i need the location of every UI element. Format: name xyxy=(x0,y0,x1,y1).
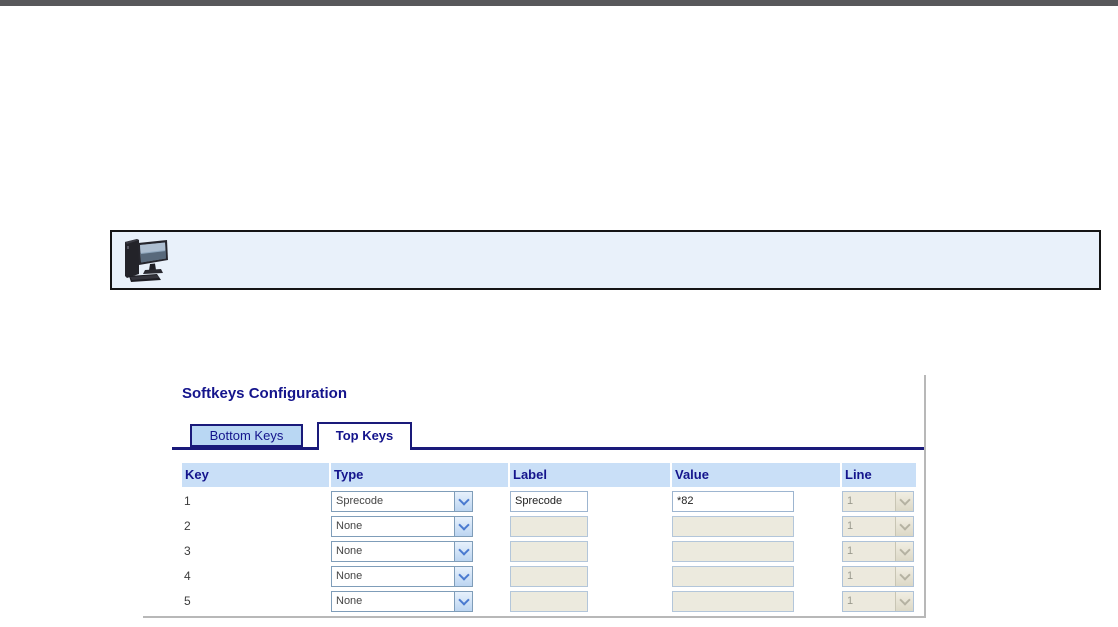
label-input xyxy=(510,541,588,562)
type-select-value: None xyxy=(332,542,454,561)
label-input xyxy=(510,566,588,587)
type-select-value: None xyxy=(332,592,454,611)
type-select[interactable]: None xyxy=(331,516,473,537)
tab-bottom-keys[interactable]: Bottom Keys xyxy=(190,424,303,447)
label-input[interactable] xyxy=(510,491,588,512)
table-row-key: 5 xyxy=(182,590,329,612)
desktop-computer-icon xyxy=(117,234,173,286)
chevron-down-icon xyxy=(895,517,913,536)
column-header-label: Label xyxy=(510,463,670,487)
softkeys-table: Key Type Label Value Line 1 Sprecode 1 2 xyxy=(182,463,916,612)
key-number: 4 xyxy=(182,569,191,583)
table-row-label xyxy=(510,490,670,512)
table-row-value xyxy=(672,565,840,587)
table-row-label xyxy=(510,515,670,537)
line-select: 1 xyxy=(842,491,914,512)
key-number: 3 xyxy=(182,544,191,558)
line-select-value: 1 xyxy=(843,592,895,611)
table-row-key: 2 xyxy=(182,515,329,537)
line-select-value: 1 xyxy=(843,517,895,536)
type-select[interactable]: None xyxy=(331,591,473,612)
table-row-value xyxy=(672,540,840,562)
chevron-down-icon[interactable] xyxy=(454,567,472,586)
table-row-key: 1 xyxy=(182,490,329,512)
softkeys-configuration-panel: Softkeys Configuration Bottom Keys Top K… xyxy=(143,375,926,618)
table-row-label xyxy=(510,590,670,612)
chevron-down-icon[interactable] xyxy=(454,592,472,611)
chevron-down-icon xyxy=(895,542,913,561)
label-input xyxy=(510,591,588,612)
key-number: 2 xyxy=(182,519,191,533)
key-number: 5 xyxy=(182,594,191,608)
line-select: 1 xyxy=(842,516,914,537)
type-select[interactable]: Sprecode xyxy=(331,491,473,512)
chevron-down-icon xyxy=(895,567,913,586)
chevron-down-icon xyxy=(895,492,913,511)
tab-strip: Bottom Keys Top Keys xyxy=(143,421,924,450)
chevron-down-icon xyxy=(895,592,913,611)
type-select-value: Sprecode xyxy=(332,492,454,511)
page-title: Softkeys Configuration xyxy=(182,385,347,402)
chevron-down-icon[interactable] xyxy=(454,492,472,511)
type-select[interactable]: None xyxy=(331,541,473,562)
chevron-down-icon[interactable] xyxy=(454,542,472,561)
table-row-key: 3 xyxy=(182,540,329,562)
table-row-type: None xyxy=(331,515,508,537)
table-row-line: 1 xyxy=(842,590,916,612)
table-row-type: None xyxy=(331,540,508,562)
type-select-value: None xyxy=(332,517,454,536)
key-number: 1 xyxy=(182,494,191,508)
value-input xyxy=(672,541,794,562)
line-select-value: 1 xyxy=(843,567,895,586)
value-input[interactable] xyxy=(672,491,794,512)
type-select-value: None xyxy=(332,567,454,586)
table-row-type: Sprecode xyxy=(331,490,508,512)
label-input xyxy=(510,516,588,537)
type-select[interactable]: None xyxy=(331,566,473,587)
note-box xyxy=(110,230,1101,290)
table-row-key: 4 xyxy=(182,565,329,587)
table-row-line: 1 xyxy=(842,540,916,562)
table-row-value xyxy=(672,490,840,512)
line-select-value: 1 xyxy=(843,492,895,511)
window-top-bar xyxy=(0,0,1118,6)
tab-top-keys[interactable]: Top Keys xyxy=(317,422,412,450)
value-input xyxy=(672,566,794,587)
table-row-line: 1 xyxy=(842,515,916,537)
table-row-type: None xyxy=(331,565,508,587)
column-header-value: Value xyxy=(672,463,840,487)
table-row-value xyxy=(672,590,840,612)
column-header-key: Key xyxy=(182,463,329,487)
line-select: 1 xyxy=(842,566,914,587)
table-row-line: 1 xyxy=(842,490,916,512)
value-input xyxy=(672,591,794,612)
table-row-label xyxy=(510,540,670,562)
tab-underline xyxy=(172,447,924,450)
column-header-type: Type xyxy=(331,463,508,487)
column-header-line: Line xyxy=(842,463,916,487)
line-select: 1 xyxy=(842,541,914,562)
chevron-down-icon[interactable] xyxy=(454,517,472,536)
table-row-type: None xyxy=(331,590,508,612)
table-row-line: 1 xyxy=(842,565,916,587)
line-select-value: 1 xyxy=(843,542,895,561)
table-row-label xyxy=(510,565,670,587)
value-input xyxy=(672,516,794,537)
table-row-value xyxy=(672,515,840,537)
line-select: 1 xyxy=(842,591,914,612)
